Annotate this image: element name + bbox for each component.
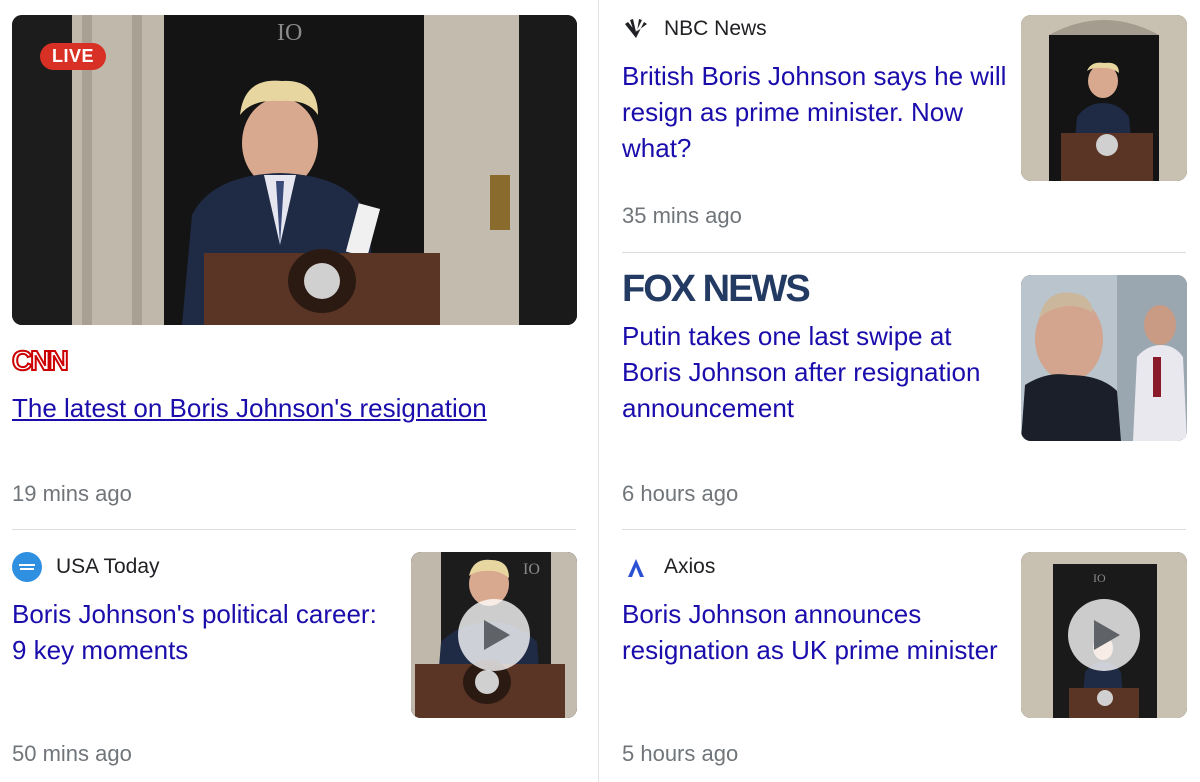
row-divider: [622, 252, 1186, 253]
play-icon[interactable]: [1068, 599, 1140, 671]
live-badge: LIVE: [40, 43, 107, 70]
fox-story-image[interactable]: [1021, 275, 1187, 441]
row-divider: [622, 529, 1186, 530]
svg-text:IO: IO: [277, 20, 302, 46]
usa-today-timestamp: 50 mins ago: [12, 741, 132, 766]
nbc-source-label: NBC News: [664, 17, 767, 40]
fox-photo: [1021, 275, 1187, 441]
usa-today-video-thumbnail[interactable]: IO: [411, 552, 577, 718]
axios-timestamp: 5 hours ago: [622, 741, 739, 766]
nbc-source[interactable]: NBC News: [622, 14, 767, 44]
fox-headline-link[interactable]: Putin takes one last swipe at Boris John…: [622, 318, 1007, 426]
cnn-logo: CNN: [11, 344, 70, 377]
svg-text:IO: IO: [523, 561, 540, 578]
usa-today-headline-link[interactable]: Boris Johnson's political career: 9 key …: [12, 596, 397, 668]
main-headline-link[interactable]: The latest on Boris Johnson's resignatio…: [12, 390, 572, 426]
nbc-peacock-icon: [625, 19, 647, 38]
usa-today-logo-icon: [12, 552, 42, 582]
svg-text:IO: IO: [1093, 571, 1106, 585]
usa-today-source-label: USA Today: [56, 555, 160, 578]
nbc-photo: [1021, 15, 1187, 181]
nbc-story-image[interactable]: [1021, 15, 1187, 181]
row-divider: [12, 529, 576, 530]
axios-video-thumbnail[interactable]: IO: [1021, 552, 1187, 718]
usa-today-source[interactable]: USA Today: [12, 552, 160, 582]
nbc-timestamp: 35 mins ago: [622, 203, 742, 228]
main-timestamp: 19 mins ago: [12, 481, 132, 506]
fox-news-logo: FOX NEWS: [622, 268, 811, 310]
column-divider: [598, 0, 599, 782]
axios-source[interactable]: Axios: [622, 552, 715, 582]
axios-source-label: Axios: [664, 555, 716, 578]
fox-timestamp: 6 hours ago: [622, 481, 739, 506]
nbc-headline-link[interactable]: British Boris Johnson says he will resig…: [622, 58, 1007, 166]
axios-logo-icon: [628, 559, 644, 577]
axios-headline-link[interactable]: Boris Johnson announces resignation as U…: [622, 596, 1007, 668]
play-icon[interactable]: [458, 599, 530, 671]
